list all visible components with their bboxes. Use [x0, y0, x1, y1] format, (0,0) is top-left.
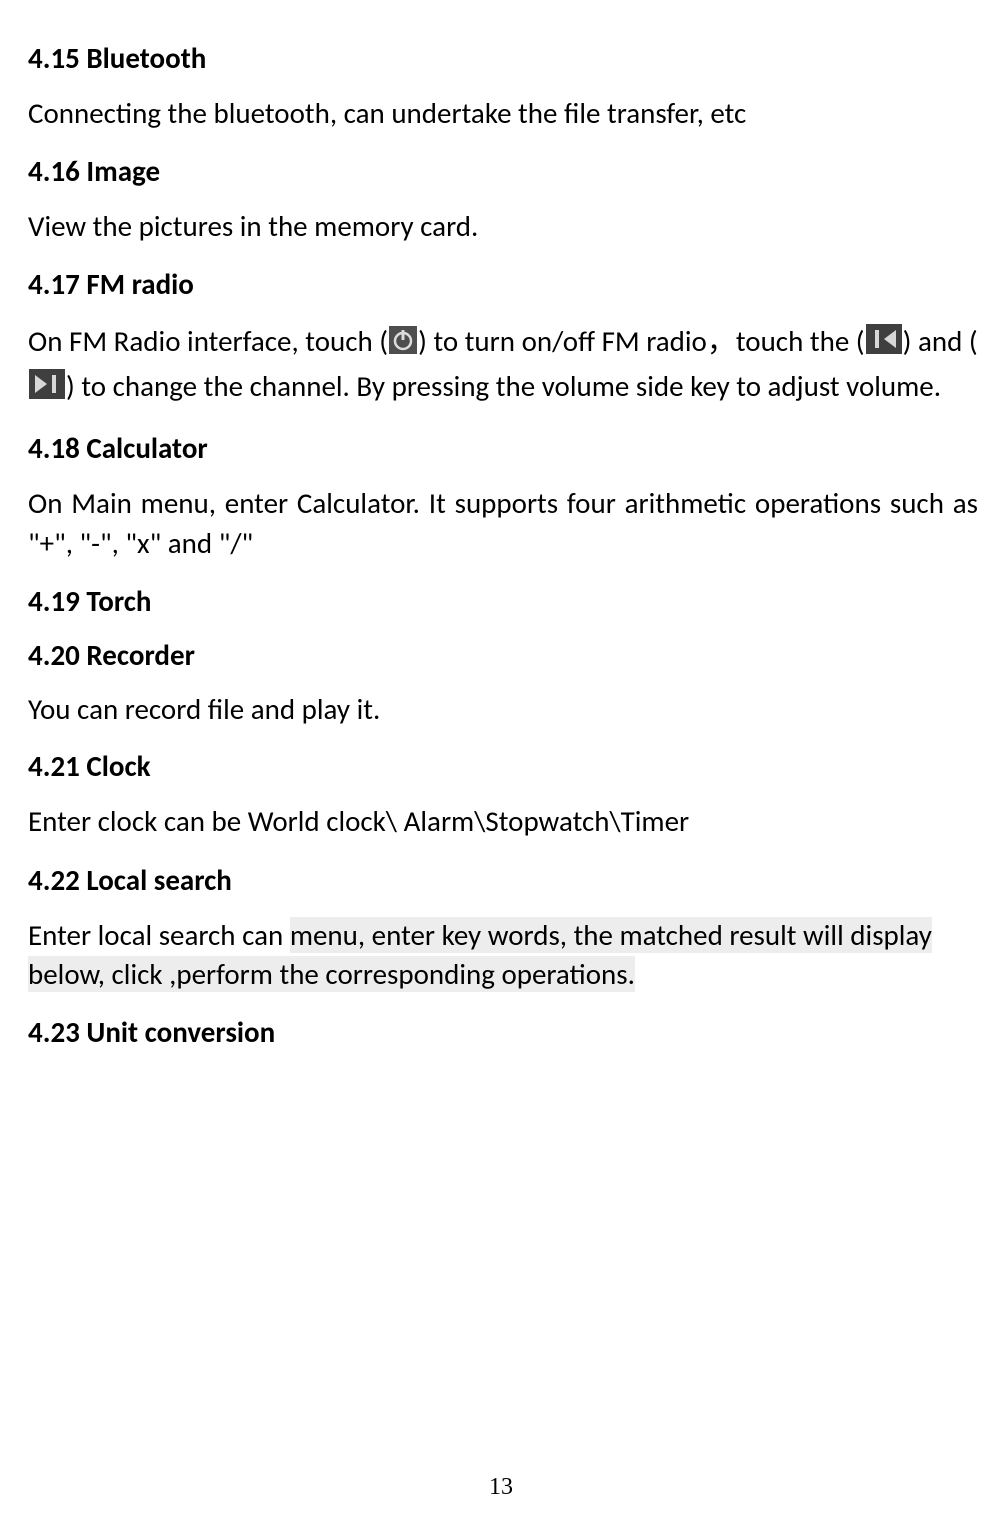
prev-icon: [866, 323, 902, 365]
heading-4-17: 4.17 FM radio: [28, 266, 978, 302]
text-fragment: ) to turn on/off FM radio，touch the (: [418, 323, 865, 359]
paragraph-4-17: On FM Radio interface, touch ( ) to turn …: [28, 320, 978, 410]
text-fragment: On FM Radio interface, touch (: [28, 323, 388, 359]
next-icon: [29, 368, 65, 410]
paragraph-4-18: On Main menu, enter Calculator. It suppo…: [28, 484, 978, 562]
heading-4-15: 4.15 Bluetooth: [28, 40, 978, 76]
text-fragment: ) to change the channel. By pressing the…: [66, 368, 941, 404]
document-page: 4.15 Bluetooth Connecting the bluetooth,…: [0, 0, 1002, 1529]
heading-4-18: 4.18 Calculator: [28, 430, 978, 466]
heading-4-20: 4.20 Recorder: [28, 637, 978, 673]
power-icon: [389, 323, 417, 365]
paragraph-4-21: Enter clock can be World clock\ Alarm\St…: [28, 802, 978, 841]
paragraph-4-22: Enter local search can menu, enter key w…: [28, 916, 978, 994]
heading-4-16: 4.16 Image: [28, 153, 978, 189]
paragraph-4-15: Connecting the bluetooth, can undertake …: [28, 94, 978, 133]
page-number: 13: [0, 1474, 1002, 1501]
paragraph-4-20: You can record file and play it.: [28, 691, 978, 729]
heading-4-21: 4.21 Clock: [28, 748, 978, 784]
heading-4-23: 4.23 Unit conversion: [28, 1014, 978, 1050]
paragraph-4-16: View the pictures in the memory card.: [28, 207, 978, 246]
text-fragment: ) and (: [903, 323, 978, 359]
text-fragment: Enter local search can: [28, 917, 290, 953]
heading-4-19: 4.19 Torch: [28, 583, 978, 619]
heading-4-22: 4.22 Local search: [28, 862, 978, 898]
